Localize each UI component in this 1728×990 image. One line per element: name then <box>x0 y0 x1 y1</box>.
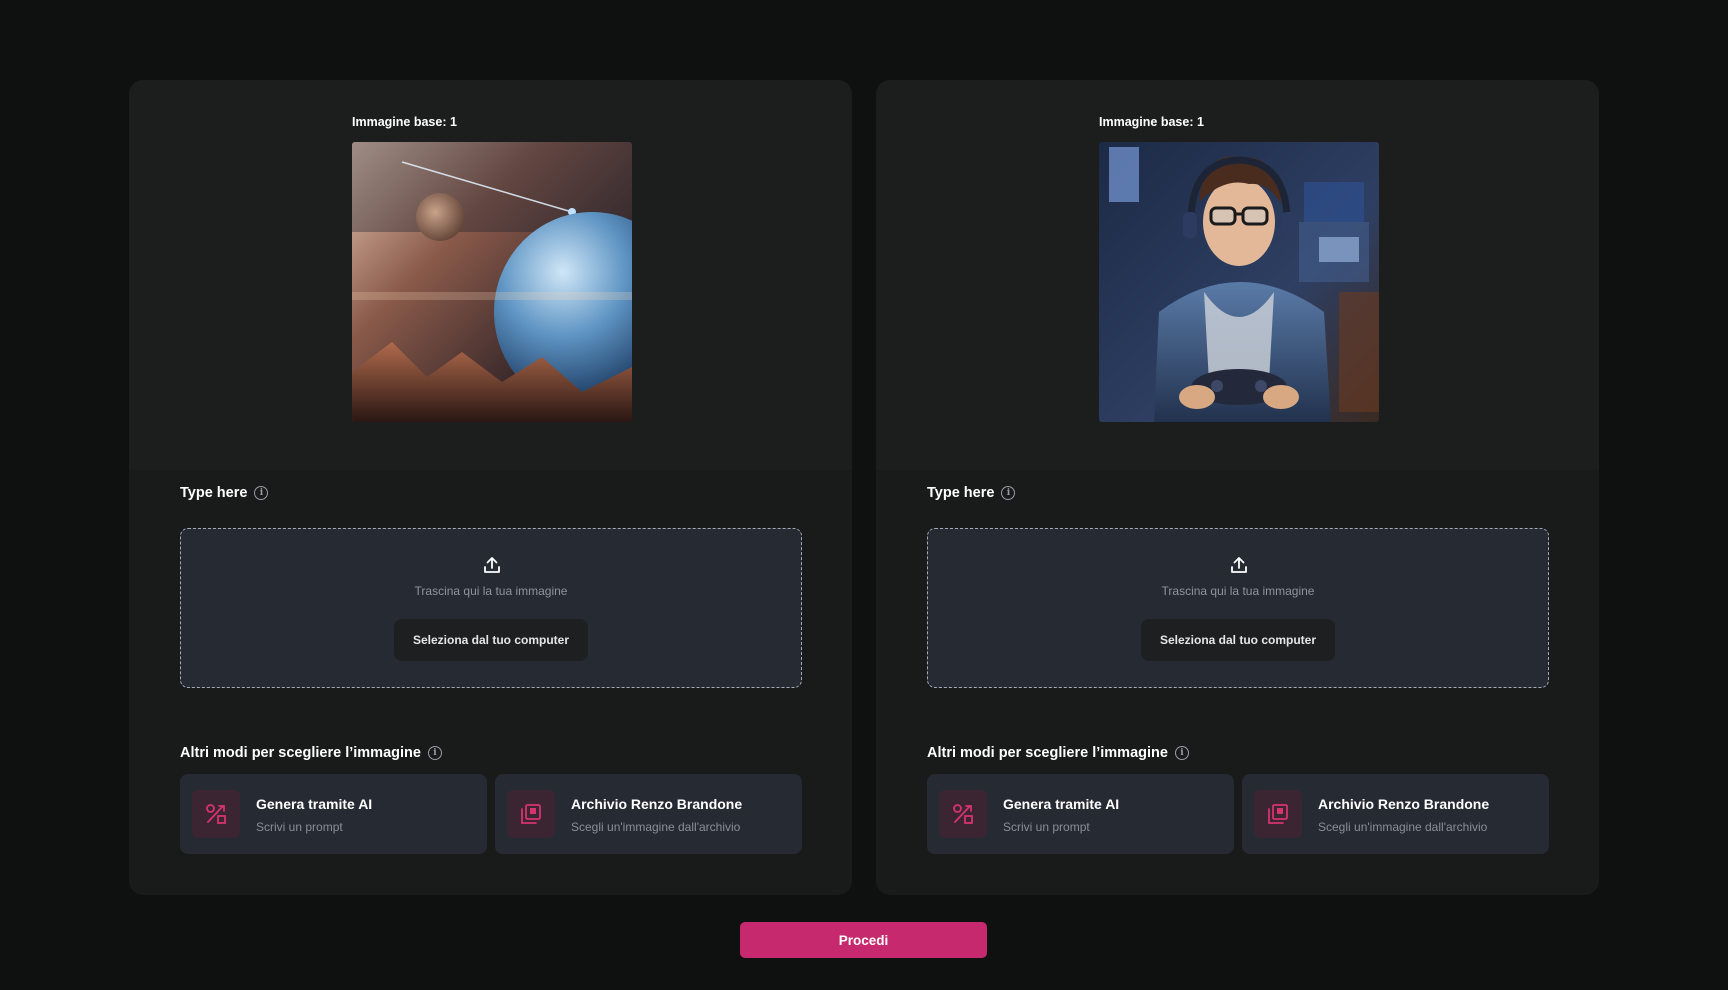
gallery-stack-icon <box>1268 804 1288 824</box>
upload-title-text: Type here <box>180 485 248 501</box>
option-title: Genera tramite AI <box>1003 796 1120 812</box>
base-image-panel-1: Immagine base: 1 Type here i Trascina qu… <box>129 80 852 895</box>
generate-ai-option[interactable]: Genera tramite AI Scrivi un prompt <box>927 774 1234 854</box>
upload-icon <box>484 557 500 573</box>
option-title: Archivio Renzo Brandone <box>571 796 743 812</box>
upload-title-text: Type here <box>927 485 995 501</box>
option-subtitle: Scegli un'immagine dall'archivio <box>1318 820 1488 834</box>
gallery-stack-icon <box>521 804 541 824</box>
proceed-button[interactable]: Procedi <box>740 922 987 958</box>
option-title: Genera tramite AI <box>256 796 373 812</box>
gamer-boy-image <box>1099 142 1379 422</box>
base-image-preview-area: Immagine base: 1 <box>129 80 852 470</box>
upload-icon <box>1231 557 1247 573</box>
base-image-preview-area: Immagine base: 1 <box>876 80 1599 470</box>
dropzone-hint: Trascina qui la tua immagine <box>414 584 568 598</box>
select-from-computer-button[interactable]: Seleziona dal tuo computer <box>1141 619 1335 661</box>
other-options-title: Altri modi per scegliere l’immagine i <box>180 745 442 761</box>
option-icon-container <box>507 790 555 838</box>
archive-option[interactable]: Archivio Renzo Brandone Scegli un'immagi… <box>495 774 802 854</box>
other-options-title-text: Altri modi per scegliere l’immagine <box>180 745 421 761</box>
base-image-thumbnail[interactable] <box>1099 142 1379 422</box>
generate-ai-option[interactable]: Genera tramite AI Scrivi un prompt <box>180 774 487 854</box>
base-image-label: Immagine base: 1 <box>352 115 457 129</box>
dropzone-hint: Trascina qui la tua immagine <box>1161 584 1315 598</box>
base-image-thumbnail[interactable] <box>352 142 632 422</box>
image-selection-screen: Immagine base: 1 Type here i Trascina qu… <box>0 0 1728 990</box>
upload-section-title: Type here i <box>180 485 269 501</box>
archive-option[interactable]: Archivio Renzo Brandone Scegli un'immagi… <box>1242 774 1549 854</box>
option-title: Archivio Renzo Brandone <box>1318 796 1490 812</box>
option-subtitle: Scrivi un prompt <box>256 820 343 834</box>
select-from-computer-button[interactable]: Seleziona dal tuo computer <box>394 619 588 661</box>
option-icon-container <box>192 790 240 838</box>
option-subtitle: Scrivi un prompt <box>1003 820 1090 834</box>
other-options-title: Altri modi per scegliere l’immagine i <box>927 745 1189 761</box>
info-icon[interactable]: i <box>1001 486 1016 500</box>
option-icon-container <box>1254 790 1302 838</box>
percent-shapes-icon <box>206 804 226 824</box>
image-dropzone[interactable]: Trascina qui la tua immagine Seleziona d… <box>927 528 1549 688</box>
image-dropzone[interactable]: Trascina qui la tua immagine Seleziona d… <box>180 528 802 688</box>
percent-shapes-icon <box>953 804 973 824</box>
planets-space-image <box>352 142 632 422</box>
info-icon[interactable]: i <box>254 486 269 500</box>
info-icon[interactable]: i <box>1174 746 1189 760</box>
base-image-panel-2: Immagine base: 1 Type here i Trascina qu… <box>876 80 1599 895</box>
option-subtitle: Scegli un'immagine dall'archivio <box>571 820 741 834</box>
other-options-title-text: Altri modi per scegliere l’immagine <box>927 745 1168 761</box>
base-image-label: Immagine base: 1 <box>1099 115 1204 129</box>
upload-section-title: Type here i <box>927 485 1016 501</box>
info-icon[interactable]: i <box>427 746 442 760</box>
option-icon-container <box>939 790 987 838</box>
